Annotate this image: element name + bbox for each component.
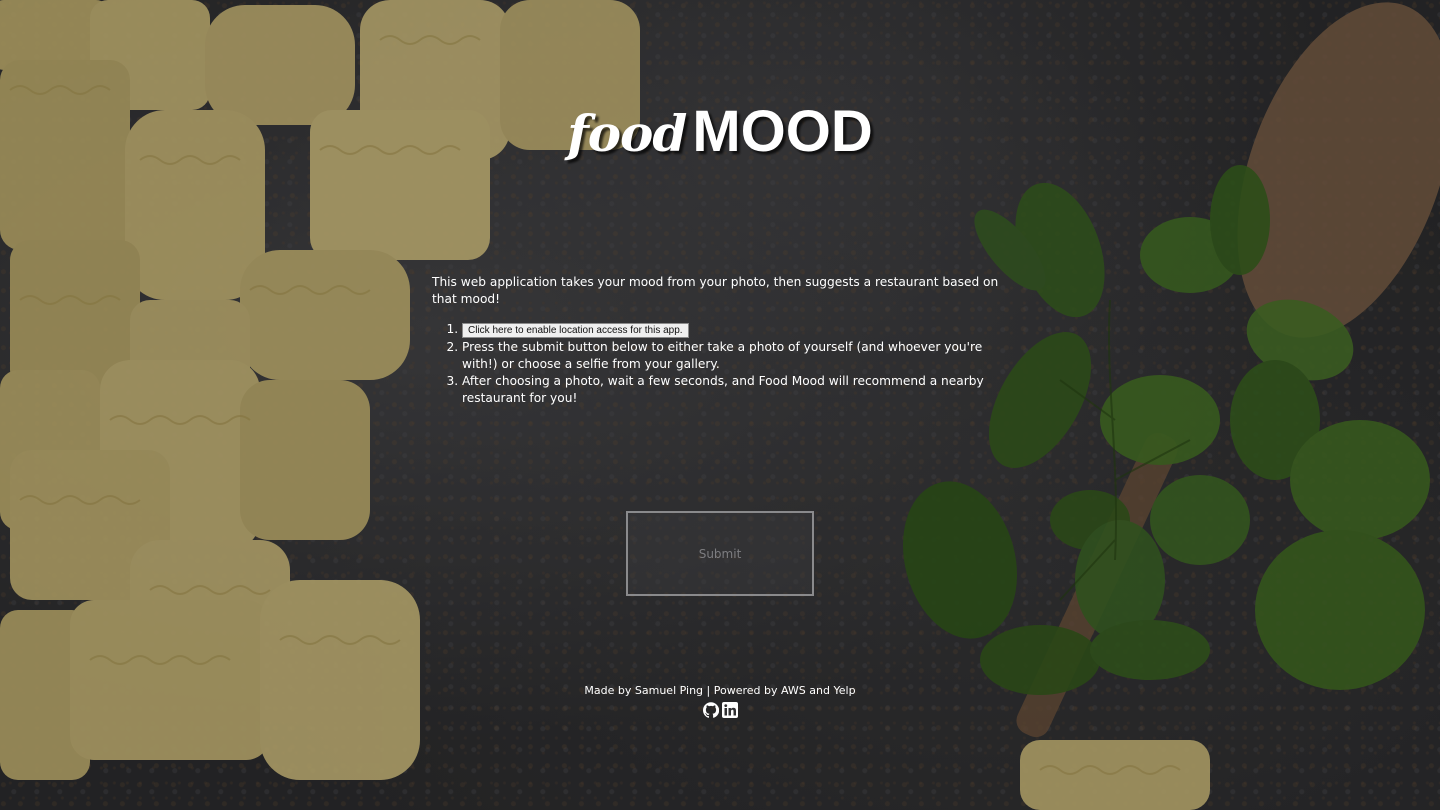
and-label: and — [805, 684, 834, 697]
github-icon[interactable] — [702, 702, 719, 718]
instructions-panel: This web application takes your mood fro… — [432, 274, 1012, 407]
footer: Made by Samuel Ping | Powered by AWS and… — [0, 684, 1440, 718]
app-logo: food MOOD — [0, 98, 1440, 165]
yelp-link[interactable]: Yelp — [833, 684, 855, 697]
step-item: After choosing a photo, wait a few secon… — [462, 373, 1012, 406]
author-link[interactable]: Samuel Ping — [635, 684, 703, 697]
linkedin-icon[interactable] — [721, 702, 738, 718]
social-links — [0, 702, 1440, 718]
powered-by-label: | Powered by — [703, 684, 781, 697]
steps-list: Click here to enable location access for… — [432, 321, 1012, 406]
intro-text: This web application takes your mood fro… — [432, 275, 999, 306]
made-by-label: Made by — [584, 684, 635, 697]
footer-credits: Made by Samuel Ping | Powered by AWS and… — [0, 684, 1440, 697]
enable-location-button[interactable]: Click here to enable location access for… — [462, 323, 689, 338]
logo-food-text: food — [567, 104, 687, 163]
aws-link[interactable]: AWS — [781, 684, 806, 697]
submit-button[interactable]: Submit — [626, 511, 814, 596]
step-item: Click here to enable location access for… — [462, 321, 1012, 338]
logo-mood-text: MOOD — [692, 99, 873, 164]
step-item: Press the submit button below to either … — [462, 339, 1012, 372]
